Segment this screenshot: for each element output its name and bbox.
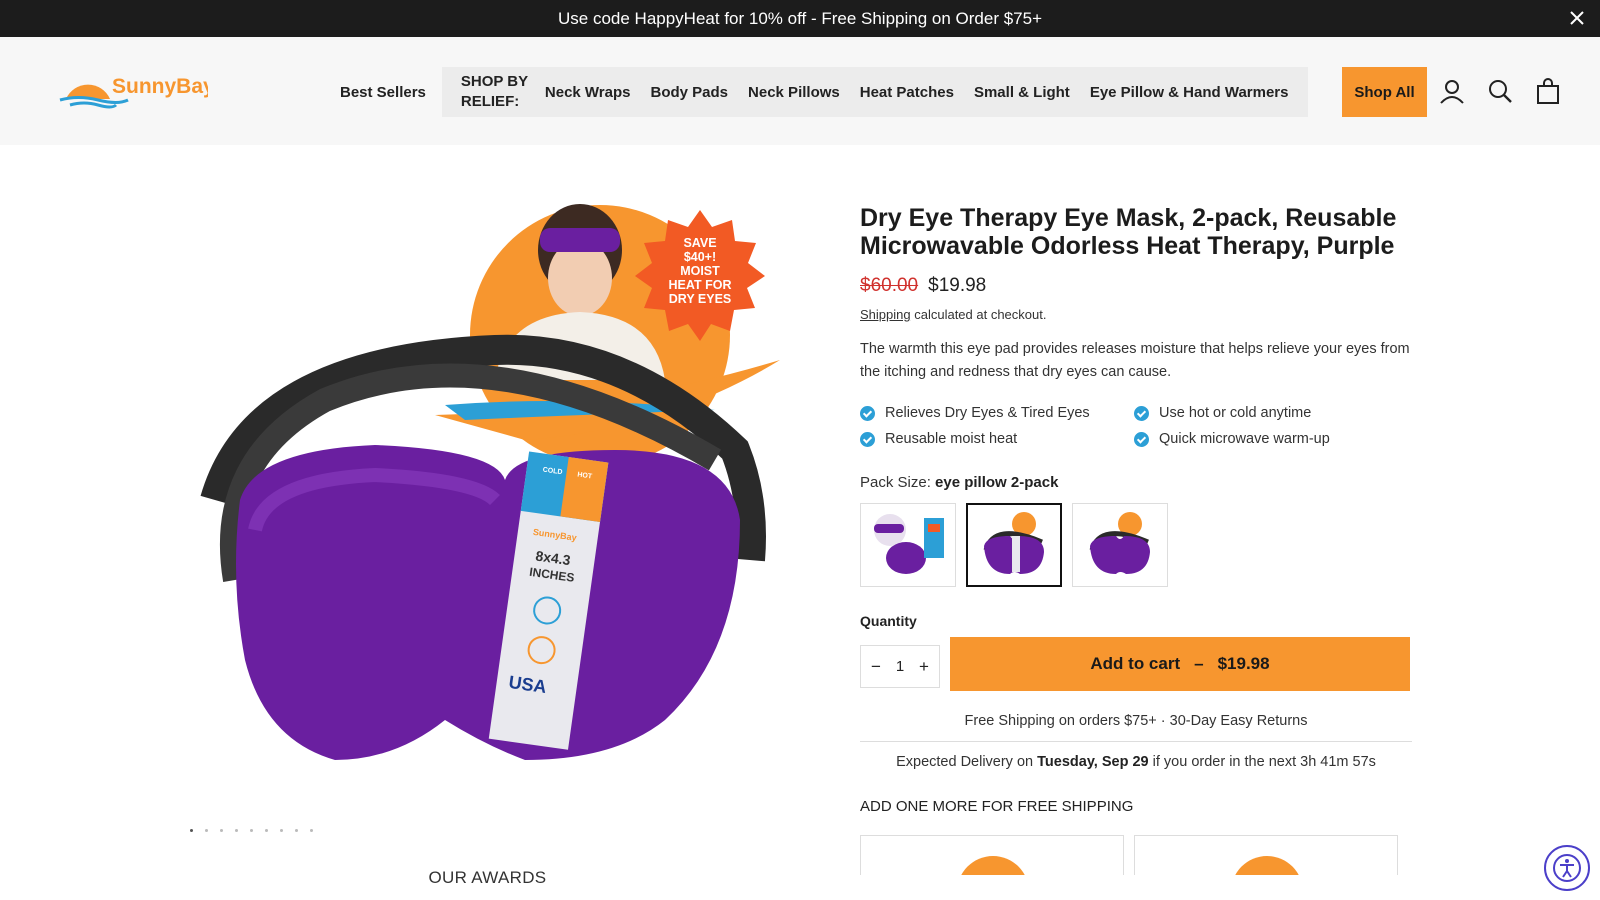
add-to-cart-label: Add to cart xyxy=(1090,654,1181,673)
shop-all-button[interactable]: Shop All xyxy=(1342,67,1427,117)
quantity-label: Quantity xyxy=(860,613,917,629)
compare-price: $60.00 xyxy=(860,275,919,296)
nav-body-pads[interactable]: Body Pads xyxy=(641,84,739,101)
badge-line-2: $40+! xyxy=(684,250,716,264)
upsell-card[interactable] xyxy=(860,835,1124,875)
nav-neck-pillows[interactable]: Neck Pillows xyxy=(738,84,850,101)
quantity-stepper: − 1 + xyxy=(860,645,940,688)
check-icon xyxy=(860,405,875,421)
main-nav: Best Sellers SHOP BY RELIEF: Neck Wraps … xyxy=(330,67,1309,117)
sale-price: $19.98 xyxy=(928,275,987,296)
feature-item: Reusable moist heat xyxy=(860,430,1134,448)
announcement-bar: Use code HappyHeat for 10% off - Free Sh… xyxy=(0,0,1600,37)
feature-item: Relieves Dry Eyes & Tired Eyes xyxy=(860,404,1134,422)
swatch-image xyxy=(874,514,944,574)
delivery-date: Tuesday, Sep 29 xyxy=(1037,754,1149,770)
pack-swatches xyxy=(860,503,1412,587)
feature-text: Quick microwave warm-up xyxy=(1159,431,1330,447)
account-icon[interactable] xyxy=(1438,77,1466,105)
quantity-value[interactable]: 1 xyxy=(896,658,904,675)
pack-size-value: eye pillow 2-pack xyxy=(935,474,1059,491)
worn-mask xyxy=(540,228,620,252)
swatch-image xyxy=(1089,512,1150,574)
delivery-suffix: if you order in the next 3h 41m 57s xyxy=(1148,754,1376,770)
badge-line-4: HEAT FOR xyxy=(669,278,732,292)
expected-delivery: Expected Delivery on Tuesday, Sep 29 if … xyxy=(860,754,1412,770)
quantity-decrease-button[interactable]: − xyxy=(869,657,883,677)
shipping-link[interactable]: Shipping xyxy=(860,307,911,322)
swatch-option-selected[interactable] xyxy=(966,503,1062,587)
buy-row: − 1 + Add to cart – $19.98 xyxy=(860,637,1412,691)
shipping-note: Shipping calculated at checkout. xyxy=(860,307,1412,322)
upsell-card[interactable] xyxy=(1134,835,1398,875)
gallery-dot[interactable] xyxy=(205,829,208,832)
product-info: Dry Eye Therapy Eye Mask, 2-pack, Reusab… xyxy=(860,204,1412,875)
price-row: $60.00 $19.98 xyxy=(860,275,1412,297)
product-image[interactable]: COLD HOT SunnyBay 8x4.3 INCHES USA SAVE … xyxy=(195,200,795,800)
search-icon[interactable] xyxy=(1486,77,1514,105)
badge-line-3: MOIST xyxy=(680,264,720,278)
feature-item: Quick microwave warm-up xyxy=(1134,430,1408,448)
shipping-returns-note: Free Shipping on orders $75+ · 30-Day Ea… xyxy=(860,713,1412,742)
accessibility-button[interactable] xyxy=(1544,845,1590,891)
gallery-dot[interactable] xyxy=(235,829,238,832)
check-icon xyxy=(860,431,875,447)
badge-line-1: SAVE xyxy=(683,236,716,250)
site-header: SunnyBay Best Sellers SHOP BY RELIEF: Ne… xyxy=(0,37,1600,145)
add-to-cart-separator: – xyxy=(1194,654,1204,673)
announcement-text: Use code HappyHeat for 10% off - Free Sh… xyxy=(558,8,1042,28)
upsell-title: ADD ONE MORE FOR FREE SHIPPING xyxy=(860,798,1134,815)
gallery-dot[interactable] xyxy=(265,829,268,832)
upsell-list xyxy=(860,835,1412,875)
nav-eye-pillow-hand-warmers[interactable]: Eye Pillow & Hand Warmers xyxy=(1080,84,1299,101)
feature-text: Relieves Dry Eyes & Tired Eyes xyxy=(885,405,1090,421)
check-icon xyxy=(1134,405,1149,421)
gallery-dot[interactable] xyxy=(220,829,223,832)
product-description: The warmth this eye pad provides release… xyxy=(860,341,1410,380)
awards-title: OUR AWARDS xyxy=(428,868,547,887)
quantity-increase-button[interactable]: + xyxy=(917,657,931,677)
gallery-dot[interactable] xyxy=(295,829,298,832)
feature-text: Reusable moist heat xyxy=(885,431,1018,447)
accessibility-icon xyxy=(1553,854,1581,882)
nav-best-sellers[interactable]: Best Sellers xyxy=(330,84,436,101)
nav-heat-patches[interactable]: Heat Patches xyxy=(850,84,964,101)
relief-label: SHOP BY RELIEF: xyxy=(460,73,528,110)
gallery-dot[interactable] xyxy=(310,829,313,832)
upsell-thumbnail xyxy=(957,856,1029,875)
badge-line-5: DRY EYES xyxy=(669,292,732,306)
add-to-cart-button[interactable]: Add to cart – $19.98 xyxy=(950,637,1410,691)
feature-item: Use hot or cold anytime xyxy=(1134,404,1408,422)
swatch-image xyxy=(983,512,1044,574)
delivery-prefix: Expected Delivery on xyxy=(896,754,1038,770)
gallery-dot[interactable] xyxy=(250,829,253,832)
gallery-dot[interactable] xyxy=(280,829,283,832)
relief-nav: SHOP BY RELIEF: Neck Wraps Body Pads Nec… xyxy=(441,67,1309,117)
logo-text: SunnyBay xyxy=(112,75,208,98)
shipping-text: calculated at checkout. xyxy=(910,307,1047,322)
pack-size-label: Pack Size: xyxy=(860,474,936,491)
check-icon xyxy=(1134,431,1149,447)
nav-neck-wraps[interactable]: Neck Wraps xyxy=(535,84,641,101)
gallery-dot[interactable] xyxy=(190,829,193,832)
feature-text: Use hot or cold anytime xyxy=(1159,405,1312,421)
pack-size: Pack Size: eye pillow 2-pack xyxy=(860,474,1412,491)
add-to-cart-price: $19.98 xyxy=(1217,654,1270,673)
cart-icon[interactable] xyxy=(1534,77,1562,105)
feature-list: Relieves Dry Eyes & Tired Eyes Use hot o… xyxy=(860,404,1412,448)
gallery-dots xyxy=(190,829,313,832)
product-title: Dry Eye Therapy Eye Mask, 2-pack, Reusab… xyxy=(860,204,1397,260)
upsell-thumbnail xyxy=(1231,856,1303,875)
swatch-option[interactable] xyxy=(860,503,956,587)
swatch-option[interactable] xyxy=(1072,503,1168,587)
close-icon[interactable] xyxy=(1568,9,1586,27)
nav-small-light[interactable]: Small & Light xyxy=(964,84,1080,101)
logo[interactable]: SunnyBay xyxy=(58,67,208,113)
